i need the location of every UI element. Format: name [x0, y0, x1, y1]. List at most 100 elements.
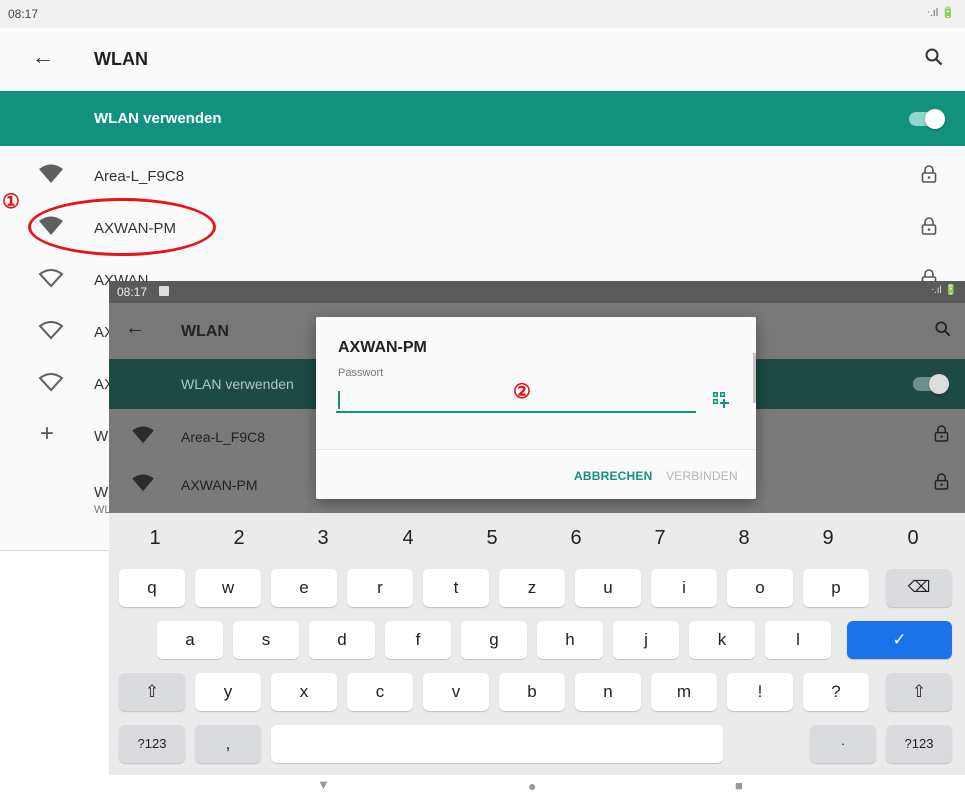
key-w[interactable]: w	[195, 569, 261, 607]
key-1[interactable]: 1	[135, 527, 175, 550]
wifi-outline-icon	[38, 268, 64, 293]
key-t[interactable]: t	[423, 569, 489, 607]
image-notification-icon	[159, 286, 169, 296]
key-v[interactable]: v	[423, 673, 489, 711]
key-b[interactable]: b	[499, 673, 565, 711]
network-row[interactable]: Area-L_F9C8	[0, 150, 965, 202]
key-f[interactable]: f	[385, 621, 451, 659]
shift-key-right[interactable]: ⇧	[886, 673, 952, 711]
symbols-key-left[interactable]: ?123	[119, 725, 185, 763]
connect-button[interactable]: VERBINDEN	[666, 469, 738, 483]
network-name: Area-L_F9C8	[181, 429, 266, 445]
nav-back-icon[interactable]: ▼	[317, 777, 330, 792]
key-a[interactable]: a	[157, 621, 223, 659]
shift-key-left[interactable]: ⇧	[119, 673, 185, 711]
nav-recents-icon[interactable]: ■	[735, 778, 743, 793]
lock-icon	[934, 425, 949, 447]
key-y[interactable]: y	[195, 673, 261, 711]
symbols-key-right[interactable]: ?123	[886, 725, 952, 763]
key-s[interactable]: s	[233, 621, 299, 659]
back-arrow-icon[interactable]: ←	[32, 44, 54, 70]
lock-icon	[934, 473, 949, 495]
cancel-button[interactable]: ABBRECHEN	[574, 469, 652, 483]
key-d[interactable]: d	[309, 621, 375, 659]
page-title: WLAN	[94, 49, 148, 69]
wlan-switch[interactable]	[909, 109, 945, 129]
wifi-full-icon	[131, 474, 155, 497]
key-5[interactable]: 5	[472, 527, 512, 550]
key-r[interactable]: r	[347, 569, 413, 607]
key-4[interactable]: 4	[388, 527, 428, 550]
signal-battery-icon: ᐧ.ıl 🔋	[931, 285, 957, 296]
key-question[interactable]: ?	[803, 673, 869, 711]
wlan-toggle-label: WLAN verwenden	[94, 110, 222, 127]
annotation-step-2: ②	[513, 381, 531, 403]
dialog-title: AXWAN-PM	[338, 339, 427, 356]
wifi-outline-icon	[38, 372, 64, 397]
page-title: WLAN	[181, 323, 229, 340]
nav-home-icon[interactable]: ●	[528, 778, 536, 794]
scrollbar[interactable]	[753, 353, 756, 403]
key-6[interactable]: 6	[556, 527, 596, 550]
key-8[interactable]: 8	[724, 527, 764, 550]
password-dialog: AXWAN-PM Passwort ABBRECHEN VERBINDEN	[316, 317, 756, 499]
key-e[interactable]: e	[271, 569, 337, 607]
search-icon[interactable]	[935, 321, 951, 342]
qr-scan-icon[interactable]	[712, 391, 730, 414]
key-3[interactable]: 3	[303, 527, 343, 550]
key-2[interactable]: 2	[219, 527, 259, 550]
key-g[interactable]: g	[461, 621, 527, 659]
key-q[interactable]: q	[119, 569, 185, 607]
network-name: AXWAN-PM	[181, 477, 258, 493]
key-k[interactable]: k	[689, 621, 755, 659]
wifi-outline-icon	[38, 320, 64, 345]
app-bar: ← WLAN	[0, 28, 965, 90]
key-7[interactable]: 7	[640, 527, 680, 550]
navigation-bar: ▼ ● ■	[109, 775, 965, 799]
key-comma[interactable]: ,	[195, 725, 261, 763]
key-m[interactable]: m	[651, 673, 717, 711]
key-9[interactable]: 9	[808, 527, 848, 550]
annotation-ellipse	[28, 198, 216, 256]
key-l[interactable]: l	[765, 621, 831, 659]
status-bar: 08:17 ᐧ.ıl 🔋	[109, 281, 965, 303]
key-j[interactable]: j	[613, 621, 679, 659]
status-bar: 08:17 ᐧ.ıl 🔋	[0, 0, 965, 28]
enter-key[interactable]: ✓	[847, 621, 952, 659]
wlan-toggle-label: WLAN verwenden	[181, 376, 294, 392]
annotation-step-1: ①	[2, 191, 20, 213]
wifi-full-icon	[131, 426, 155, 449]
backspace-key[interactable]: ⌫	[886, 569, 952, 607]
wlan-switch[interactable]	[913, 374, 949, 394]
password-label: Passwort	[338, 367, 384, 379]
status-time: 08:17	[117, 285, 148, 299]
plus-icon: +	[40, 420, 55, 447]
back-arrow-icon[interactable]: ←	[125, 317, 145, 340]
signal-battery-icon: ᐧ.ıl 🔋	[926, 7, 955, 19]
key-u[interactable]: u	[575, 569, 641, 607]
add-network-label: W	[94, 428, 109, 445]
wlan-toggle-bar[interactable]: WLAN verwenden	[0, 91, 965, 146]
network-name: Area-L_F9C8	[94, 168, 185, 185]
key-0[interactable]: 0	[893, 527, 933, 550]
key-n[interactable]: n	[575, 673, 641, 711]
key-c[interactable]: c	[347, 673, 413, 711]
key-period[interactable]: ·	[810, 725, 876, 763]
status-time: 08:17	[8, 7, 39, 21]
search-icon[interactable]	[925, 48, 943, 71]
space-key[interactable]	[271, 725, 723, 763]
key-o[interactable]: o	[727, 569, 793, 607]
lock-icon	[921, 217, 937, 240]
soft-keyboard: 1 2 3 4 5 6 7 8 9 0 q w e r t z u i o p …	[109, 513, 965, 775]
key-x[interactable]: x	[271, 673, 337, 711]
key-p[interactable]: p	[803, 569, 869, 607]
lock-icon	[921, 165, 937, 188]
key-z[interactable]: z	[499, 569, 565, 607]
dialog-divider	[316, 449, 756, 450]
preferences-title: W	[94, 484, 109, 501]
text-cursor	[338, 391, 340, 409]
key-exclamation[interactable]: !	[727, 673, 793, 711]
wifi-full-icon	[38, 164, 64, 189]
key-i[interactable]: i	[651, 569, 717, 607]
key-h[interactable]: h	[537, 621, 603, 659]
